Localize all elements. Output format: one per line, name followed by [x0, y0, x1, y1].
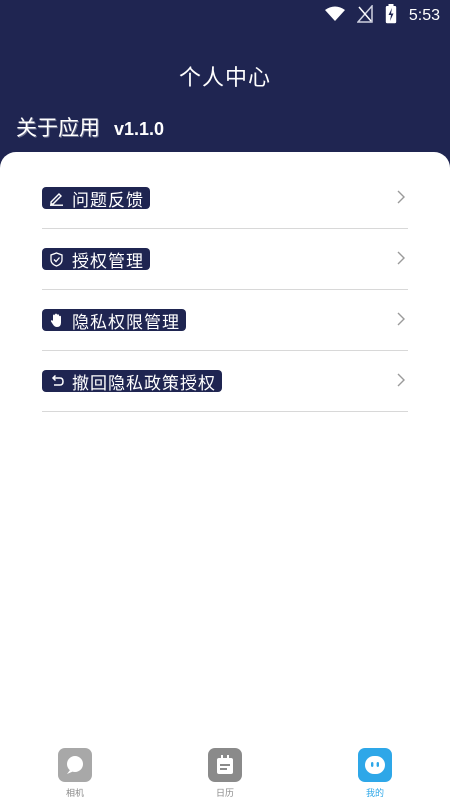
- menu-chip: 隐私权限管理: [42, 309, 186, 333]
- about-label: 关于应用: [16, 116, 100, 140]
- menu-item-label: 隐私权限管理: [72, 312, 180, 333]
- menu-list: 问题反馈 授权管理 隐私权限管理 撤回隐私政策授权: [42, 168, 408, 412]
- menu-chip: 撤回隐私政策授权: [42, 370, 222, 394]
- chevron-right-icon: [394, 189, 408, 208]
- calendar-icon: [208, 748, 242, 782]
- menu-item-privacy-permissions[interactable]: 隐私权限管理: [42, 290, 408, 351]
- nav-label: 我的: [365, 789, 384, 799]
- hand-icon: [48, 312, 64, 328]
- edit-icon: [48, 190, 64, 206]
- chevron-right-icon: [394, 372, 408, 391]
- nav-label: 日历: [215, 789, 234, 799]
- menu-item-label: 授权管理: [72, 251, 144, 272]
- nav-item-profile[interactable]: 我的: [325, 748, 425, 799]
- battery-charging-icon: [385, 4, 397, 28]
- chevron-right-icon: [394, 311, 408, 330]
- no-signal-icon: [356, 4, 373, 27]
- menu-item-authorization[interactable]: 授权管理: [42, 229, 408, 290]
- bottom-nav: 相机 日历 我的: [0, 742, 450, 800]
- menu-item-label: 撤回隐私政策授权: [72, 373, 216, 394]
- page-title: 个人中心: [178, 66, 271, 91]
- menu-item-feedback[interactable]: 问题反馈: [42, 168, 408, 229]
- menu-item-label: 问题反馈: [72, 190, 144, 211]
- header: 5:53 个人中心 关于应用 v1.1.0: [0, 0, 450, 170]
- wifi-icon: [324, 6, 345, 26]
- version-label: v1.1.0: [114, 119, 165, 139]
- profile-icon: [358, 748, 392, 782]
- menu-item-revoke-privacy-policy[interactable]: 撤回隐私政策授权: [42, 351, 408, 412]
- menu-card: 问题反馈 授权管理 隐私权限管理 撤回隐私政策授权: [0, 152, 450, 742]
- status-bar: 5:53: [0, 0, 450, 30]
- menu-chip: 授权管理: [42, 248, 150, 272]
- chevron-right-icon: [394, 250, 408, 269]
- nav-item-camera[interactable]: 相机: [25, 748, 125, 799]
- about-app[interactable]: 关于应用 v1.1.0: [16, 112, 164, 142]
- undo-icon: [48, 373, 64, 389]
- menu-chip: 问题反馈: [42, 187, 150, 211]
- nav-item-calendar[interactable]: 日历: [175, 748, 275, 799]
- clock: 5:53: [408, 7, 440, 24]
- camera-icon: [58, 748, 92, 782]
- shield-check-icon: [48, 251, 64, 267]
- nav-label: 相机: [65, 789, 84, 799]
